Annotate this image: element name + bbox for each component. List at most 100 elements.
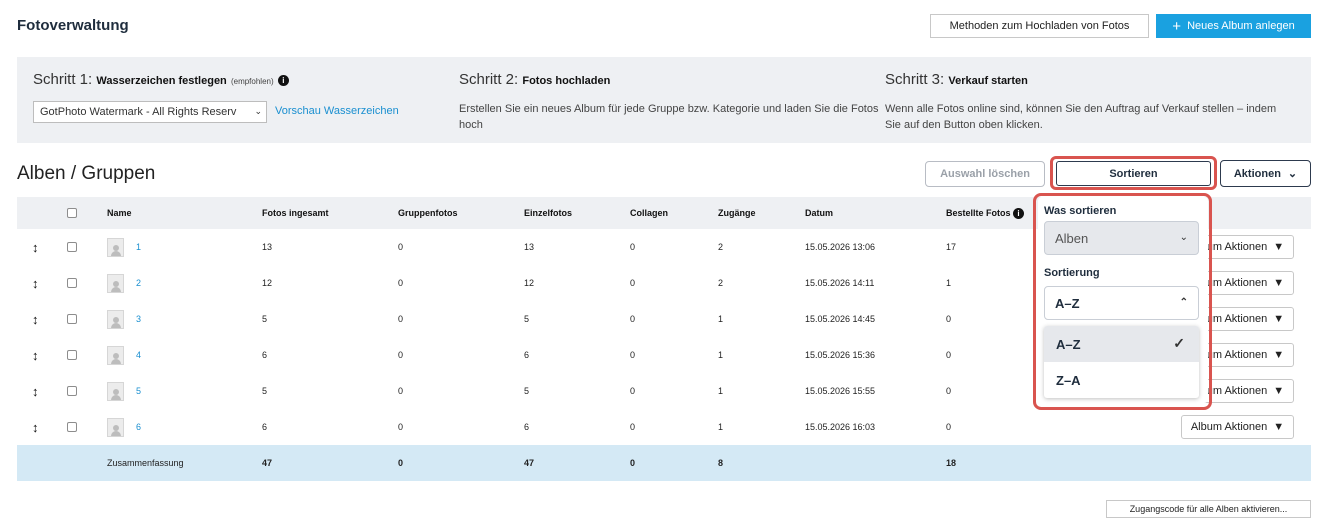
summary-total: 47 — [262, 458, 273, 468]
cell-date: 15.05.2026 15:55 — [805, 386, 876, 396]
row-checkbox[interactable] — [67, 278, 77, 288]
cell-ordered: 0 — [946, 422, 952, 432]
cell-single: 6 — [524, 350, 530, 360]
cell-total: 13 — [262, 242, 273, 252]
album-name-link[interactable]: 1 — [136, 242, 141, 252]
cell-access: 2 — [718, 278, 724, 288]
drag-handle-icon[interactable]: ↕ — [32, 276, 39, 291]
column-header[interactable]: Datum — [805, 197, 833, 229]
column-header[interactable]: Gruppenfotos — [398, 197, 458, 229]
cell-collages: 0 — [630, 242, 636, 252]
sort-option-za[interactable]: Z–A — [1044, 362, 1199, 398]
step2-title: Fotos hochladen — [522, 75, 611, 87]
what-sort-value: Alben — [1055, 230, 1089, 246]
album-thumbnail[interactable] — [107, 381, 124, 401]
cell-date: 15.05.2026 15:36 — [805, 350, 876, 360]
step3-title: Verkauf starten — [948, 75, 1028, 87]
chevron-down-icon: ⌄ — [1287, 168, 1298, 180]
album-name-link[interactable]: 4 — [136, 350, 141, 360]
table-row: ↕ 6 6 0 6 0 1 15.05.2026 16:03 0 Album Aktionen ▼ — [17, 409, 1311, 445]
watermark-select[interactable]: GotPhoto Watermark - All Rights Reserv ⌄ — [33, 101, 267, 123]
cell-ordered: 0 — [946, 350, 952, 360]
what-sort-label: Was sortieren — [1044, 205, 1117, 217]
activate-codes-button[interactable]: Zugangscode für alle Alben aktivieren... — [1106, 500, 1311, 518]
sort-order-select[interactable]: A–Z ⌃ — [1044, 286, 1199, 320]
caret-down-icon: ▼ — [1273, 349, 1285, 361]
cell-access: 1 — [718, 314, 724, 324]
cell-total: 5 — [262, 314, 268, 324]
cell-access: 1 — [718, 422, 724, 432]
album-name-link[interactable]: 3 — [136, 314, 141, 324]
album-name-link[interactable]: 6 — [136, 422, 141, 432]
plus-icon: + — [1172, 17, 1182, 35]
cell-group: 0 — [398, 350, 404, 360]
column-header[interactable]: Zugänge — [718, 197, 756, 229]
watermark-preview-link[interactable]: Vorschau Wasserzeichen — [275, 105, 399, 117]
album-thumbnail[interactable] — [107, 417, 124, 437]
album-actions-button[interactable]: Album Aktionen ▼ — [1181, 415, 1294, 439]
caret-down-icon: ▼ — [1273, 241, 1285, 253]
cell-ordered: 0 — [946, 314, 952, 324]
summary-collages: 0 — [630, 458, 636, 468]
cell-ordered: 0 — [946, 386, 952, 396]
info-icon[interactable]: i — [277, 75, 289, 86]
album-thumbnail[interactable] — [107, 273, 124, 293]
sort-option-az[interactable]: A–Z ✓ — [1044, 326, 1199, 362]
column-header[interactable]: Collagen — [630, 197, 668, 229]
actions-button[interactable]: Aktionen ⌄ — [1220, 160, 1311, 187]
cell-collages: 0 — [630, 422, 636, 432]
album-thumbnail[interactable] — [107, 345, 124, 365]
step3-prefix: Schritt 3: — [885, 71, 945, 88]
step3-body: Wenn alle Fotos online sind, können Sie … — [885, 103, 1277, 131]
cell-single: 13 — [524, 242, 535, 252]
row-checkbox[interactable] — [67, 314, 77, 324]
drag-handle-icon[interactable]: ↕ — [32, 420, 39, 435]
summary-row: Zusammenfassung 47 0 47 0 8 18 — [17, 445, 1311, 481]
step1-heading: Schritt 1: Wasserzeichen festlegen (empf… — [33, 71, 289, 88]
row-checkbox[interactable] — [67, 242, 77, 252]
cell-group: 0 — [398, 422, 404, 432]
drag-handle-icon[interactable]: ↕ — [32, 348, 39, 363]
step2-heading: Schritt 2: Fotos hochladen — [459, 71, 610, 88]
album-actions-label: Album Aktionen — [1190, 421, 1268, 433]
new-album-button[interactable]: + Neues Album anlegen — [1156, 14, 1311, 38]
cell-date: 15.05.2026 16:03 — [805, 422, 876, 432]
caret-down-icon: ▼ — [1273, 277, 1285, 289]
column-header[interactable]: Bestellte Fotos i — [946, 197, 1025, 229]
cell-group: 0 — [398, 278, 404, 288]
caret-down-icon: ▼ — [1273, 385, 1285, 397]
summary-single: 47 — [524, 458, 535, 468]
album-thumbnail[interactable] — [107, 309, 124, 329]
actions-label: Aktionen — [1233, 167, 1281, 180]
drag-handle-icon[interactable]: ↕ — [32, 240, 39, 255]
cell-date: 15.05.2026 14:45 — [805, 314, 876, 324]
cell-total: 6 — [262, 350, 268, 360]
chevron-down-icon: ⌄ — [1179, 232, 1188, 243]
row-checkbox[interactable] — [67, 422, 77, 432]
sort-panel: Was sortieren Alben ⌄ Sortierung A–Z ⌃ A… — [1038, 197, 1208, 403]
column-header[interactable]: Einzelfotos — [524, 197, 572, 229]
select-all-checkbox[interactable] — [67, 208, 77, 218]
row-checkbox[interactable] — [67, 350, 77, 360]
chevron-up-icon: ⌃ — [1179, 297, 1188, 308]
row-checkbox[interactable] — [67, 386, 77, 396]
cell-group: 0 — [398, 386, 404, 396]
clear-selection-button[interactable]: Auswahl löschen — [925, 161, 1045, 187]
cell-access: 2 — [718, 242, 724, 252]
album-thumbnail[interactable] — [107, 237, 124, 257]
column-header[interactable]: Fotos ingesamt — [262, 197, 329, 229]
summary-ordered: 18 — [946, 458, 957, 468]
drag-handle-icon[interactable]: ↕ — [32, 312, 39, 327]
album-name-link[interactable]: 2 — [136, 278, 141, 288]
sort-order-menu: A–Z ✓ Z–A — [1044, 326, 1199, 398]
column-header[interactable]: Name — [107, 197, 132, 229]
upload-methods-button[interactable]: Methoden zum Hochladen von Fotos — [930, 14, 1149, 38]
what-sort-select[interactable]: Alben ⌄ — [1044, 221, 1199, 255]
cell-single: 6 — [524, 422, 530, 432]
drag-handle-icon[interactable]: ↕ — [32, 384, 39, 399]
info-icon[interactable]: i — [1013, 207, 1025, 219]
cell-total: 6 — [262, 422, 268, 432]
sort-button[interactable]: Sortieren — [1056, 161, 1211, 186]
step2-body: Erstellen Sie ein neues Album für jede G… — [459, 103, 879, 131]
album-name-link[interactable]: 5 — [136, 386, 141, 396]
